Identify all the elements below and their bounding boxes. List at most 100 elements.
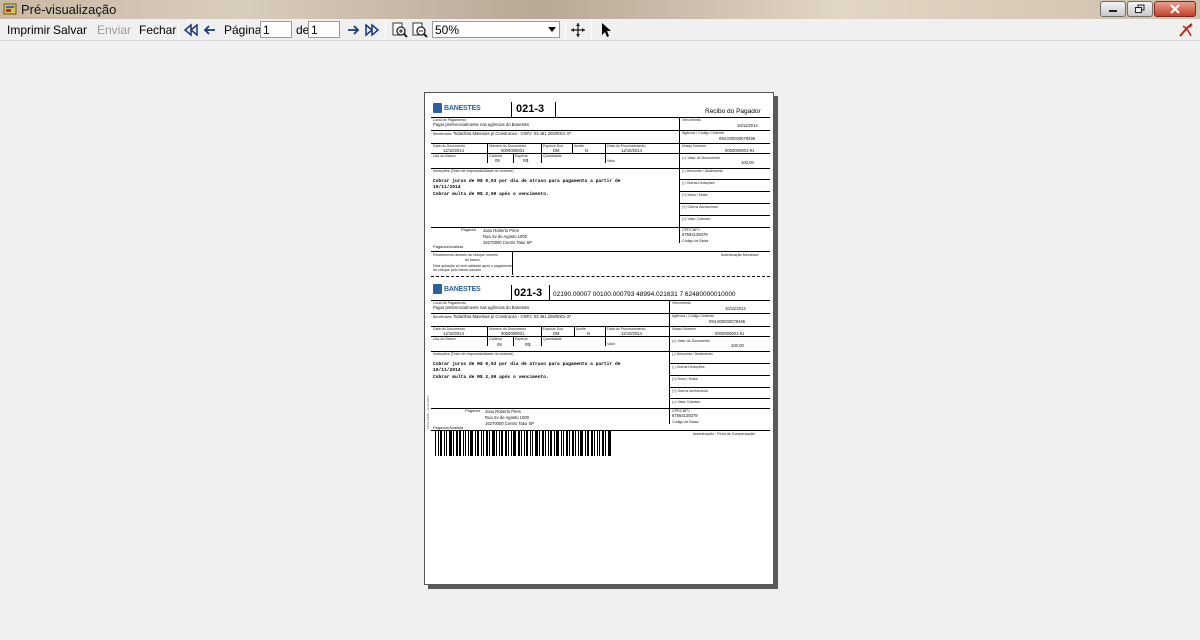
- prev-page-icon[interactable]: [202, 22, 218, 38]
- field-label: (=) Valor do Documento: [682, 156, 720, 160]
- field-label: Quantidade: [543, 154, 562, 158]
- field-label: Pagador: [461, 227, 477, 232]
- payer-city: 16270000 Centro Tatui SP: [483, 240, 533, 245]
- barcode-bar: [483, 431, 484, 456]
- move-icon[interactable]: [570, 22, 586, 38]
- payer-city: 16270000 Centro Tatui SP: [485, 421, 535, 426]
- field-label: Valor: [607, 159, 616, 163]
- field-value: 09: [495, 158, 500, 163]
- barcode-bar: [572, 431, 574, 456]
- barcode-bar: [561, 431, 562, 456]
- window-title: Pré-visualização: [21, 2, 117, 17]
- zoom-select[interactable]: 50%: [432, 21, 560, 38]
- due-date-value: 10/11/2014: [737, 123, 758, 128]
- toolbar-separator: [178, 21, 179, 38]
- barcode-bar: [438, 431, 439, 456]
- field-label: (-) Outras Deduções: [672, 365, 705, 369]
- barcode-bar: [554, 431, 555, 456]
- total-pages-field: [308, 21, 340, 38]
- field-label: Autenticação - Ficha de Compensação: [693, 432, 755, 436]
- barcode-bar: [575, 431, 576, 456]
- payer-address: Rua Xv de Agosto 1000: [485, 415, 530, 420]
- last-page-icon[interactable]: [364, 22, 380, 38]
- save-button[interactable]: Salvar: [53, 23, 87, 37]
- document-amount-value: 100,00: [741, 160, 754, 165]
- digitable-line: 02190.00007 00100.000793 48994.021631 7 …: [553, 291, 736, 298]
- agency-value: 094.000000079496: [719, 136, 756, 141]
- bank-logo: BANESTES: [433, 284, 481, 294]
- barcode-bar: [481, 431, 482, 456]
- payer-address: Rua Xv de Agosto 1000: [483, 234, 528, 239]
- field-label: Agência / Código Cedente: [672, 314, 714, 318]
- barcode-bar: [501, 431, 503, 456]
- cpf-value: 67564129379: [672, 413, 698, 418]
- bank-code: 021-3: [514, 287, 543, 299]
- pointer-icon[interactable]: [598, 22, 614, 38]
- payer-name: Joao Roberto Pires: [483, 228, 519, 233]
- field-label: (+) Outros Acréscimos: [672, 389, 708, 393]
- barcode-bar: [563, 431, 564, 456]
- barcode-bar: [602, 431, 604, 456]
- close-icon: [1170, 4, 1180, 14]
- print-button[interactable]: Imprimir: [7, 23, 50, 37]
- receipt-note: Recebimento através do cheque número: [433, 253, 498, 257]
- field-value: 09: [497, 342, 502, 347]
- barcode-bar: [470, 431, 473, 456]
- next-page-icon[interactable]: [345, 22, 361, 38]
- preview-area[interactable]: BANESTES 021-3 Recibo do Pagador Local d…: [0, 42, 1200, 640]
- barcode-bar: [499, 431, 500, 456]
- field-label: Vencimento: [682, 118, 701, 122]
- close-window-button[interactable]: [1154, 1, 1196, 17]
- field-label: (+) Mora / Multa: [672, 377, 698, 381]
- instruction-line: 10/11/2014: [433, 368, 461, 373]
- receipt-title: Recibo do Pagador: [705, 108, 761, 115]
- app-icon: [3, 3, 17, 15]
- barcode-bar: [518, 431, 520, 456]
- barcode-bar: [463, 431, 464, 456]
- minimize-icon: [1109, 10, 1117, 12]
- document-page: BANESTES 021-3 Recibo do Pagador Local d…: [424, 92, 774, 585]
- barcode-bar: [444, 431, 445, 456]
- maximize-button[interactable]: [1127, 1, 1153, 17]
- field-label: Nosso Número: [682, 144, 706, 148]
- chevron-down-icon: [548, 27, 556, 32]
- barcode-bar: [591, 431, 593, 456]
- barcode-bar: [578, 431, 579, 456]
- field-label: (+) Mora / Multa: [682, 193, 708, 197]
- title-bar: Pré-visualização: [0, 0, 1200, 19]
- field-label: (-) Outras Deduções: [682, 181, 715, 185]
- zoom-out-icon[interactable]: [412, 22, 428, 38]
- side-text: Ficha ICMS - 12.12.0014: [426, 395, 430, 429]
- field-label: Uso do Banco: [433, 337, 456, 341]
- instruction-line: Cobrar juros de R$ 0,03 por dia de atras…: [433, 362, 621, 367]
- field-label: Aceite: [574, 144, 584, 148]
- field-label: Agência / Código Cedente: [682, 131, 724, 135]
- send-button[interactable]: Enviar: [97, 23, 131, 37]
- field-label: (-) Desconto / Abatimento: [682, 169, 723, 173]
- brand-logo-icon: [1179, 23, 1193, 37]
- page-number-input[interactable]: [260, 21, 292, 38]
- cut-line: [431, 276, 770, 277]
- field-label: Instruções (Texto de responsabilidade do…: [433, 352, 514, 356]
- zoom-in-icon[interactable]: [392, 22, 408, 38]
- barcode-bar: [585, 431, 586, 456]
- instruction-line: 10/11/2014: [433, 185, 461, 190]
- barcode-bar: [545, 431, 546, 456]
- instruction-line: Cobrar multa de R$ 2,00 após o venciment…: [433, 375, 549, 380]
- toolbar: Imprimir Salvar Enviar Fechar Página de …: [0, 19, 1200, 41]
- field-label: Código de Baixa: [682, 239, 709, 243]
- close-button[interactable]: Fechar: [139, 23, 176, 37]
- due-date-value: 10/11/2014: [725, 306, 746, 311]
- minimize-button[interactable]: [1100, 1, 1126, 17]
- barcode-bar: [477, 431, 479, 456]
- barcode-bar: [453, 431, 454, 456]
- bank-logo-icon: [433, 284, 442, 294]
- barcode-bar: [505, 431, 507, 456]
- first-page-icon[interactable]: [183, 22, 199, 38]
- barcode-bar: [440, 431, 442, 456]
- barcode-bar: [449, 431, 452, 456]
- barcode-bar: [465, 431, 466, 456]
- barcode-bar: [580, 431, 583, 456]
- receipt-note: do banco: [465, 258, 480, 262]
- restore-icon: [1135, 4, 1145, 13]
